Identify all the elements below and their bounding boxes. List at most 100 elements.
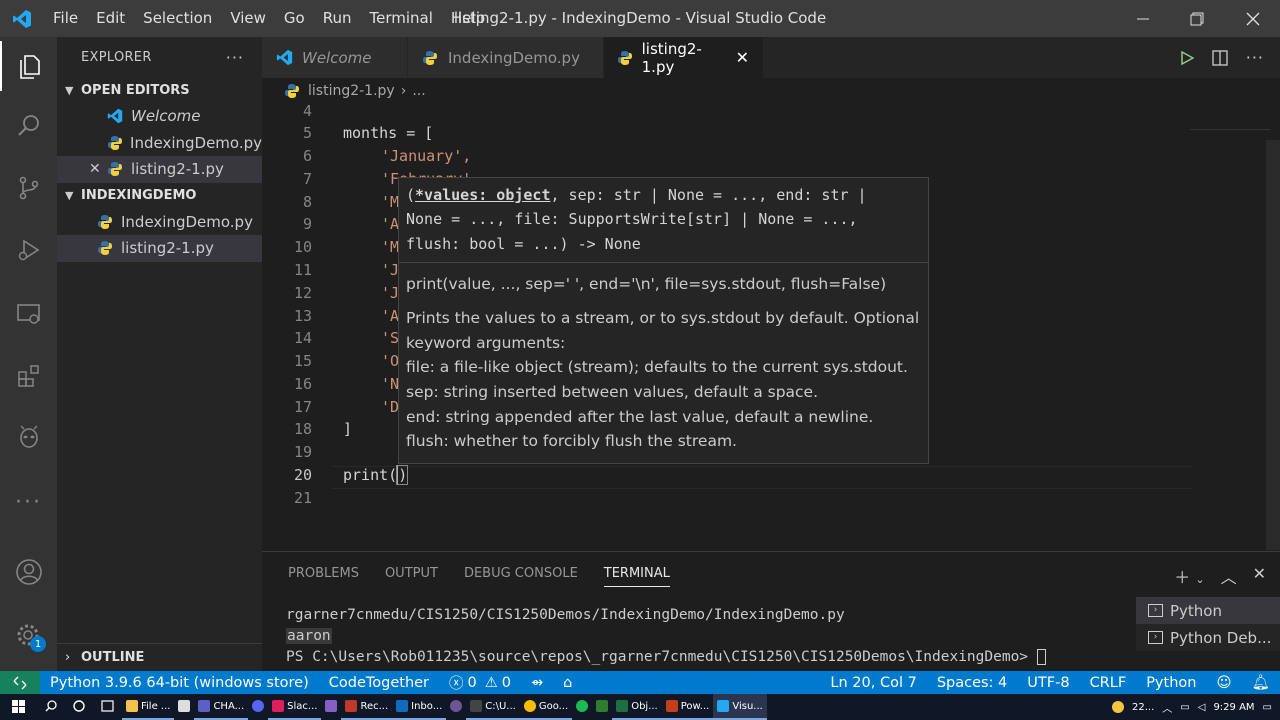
language-mode[interactable]: Python bbox=[1136, 675, 1206, 691]
windows-start-icon[interactable] bbox=[0, 694, 37, 720]
taskbar-app-excel[interactable]: Obj... bbox=[612, 694, 662, 720]
extensions-activity[interactable] bbox=[0, 351, 57, 401]
close-editor-icon[interactable]: ✕ bbox=[89, 161, 105, 177]
taskbar-app-misc-icon[interactable] bbox=[592, 694, 612, 720]
feedback-icon[interactable]: ☺ bbox=[1206, 675, 1241, 691]
taskbar-app-teams[interactable]: CHA... bbox=[194, 694, 249, 720]
codetogether-button[interactable]: CodeTogether bbox=[319, 675, 439, 691]
terminal-python[interactable]: › Python bbox=[1136, 597, 1280, 624]
tab-indexingdemo[interactable]: IndexingDemo.py bbox=[408, 37, 604, 78]
weather-icon[interactable] bbox=[1112, 701, 1125, 713]
restore-button[interactable] bbox=[1170, 0, 1224, 37]
encoding[interactable]: UTF-8 bbox=[1017, 675, 1079, 691]
notifications-bell-icon[interactable]: 🔔︎ bbox=[1242, 674, 1280, 691]
accounts-activity[interactable] bbox=[0, 547, 57, 597]
folder-file-label: IndexingDemo.py bbox=[121, 212, 253, 231]
menu-help[interactable]: Help bbox=[442, 0, 494, 37]
editor-scrollbar[interactable] bbox=[1266, 140, 1280, 550]
source-control-icon bbox=[19, 176, 38, 200]
menu-run[interactable]: Run bbox=[314, 0, 361, 37]
live-share-icon[interactable]: ⇴ bbox=[521, 675, 553, 691]
outline-section[interactable]: › OUTLINE bbox=[57, 643, 262, 671]
taskbar-app-outlook[interactable]: Inbo... bbox=[392, 694, 447, 720]
terminal-python-debug[interactable]: › Python Deb... bbox=[1136, 624, 1280, 651]
explorer-more-icon[interactable]: ··· bbox=[226, 48, 244, 67]
panel-tab-terminal[interactable]: TERMINAL bbox=[603, 566, 670, 587]
hover-divider bbox=[399, 262, 928, 263]
folder-file-listing2-1[interactable]: listing2-1.py bbox=[57, 235, 262, 262]
explorer-activity[interactable] bbox=[0, 41, 57, 91]
run-debug-activity[interactable] bbox=[0, 225, 57, 275]
terminal-prompt[interactable]: PS C:\Users\Rob011235\source\repos\_rgar… bbox=[286, 649, 1046, 665]
panel-tab-problems[interactable]: PROBLEMS bbox=[288, 566, 359, 587]
menu-terminal[interactable]: Terminal bbox=[361, 0, 442, 37]
close-tab-icon[interactable]: ✕ bbox=[736, 48, 749, 67]
remote-indicator[interactable] bbox=[0, 671, 40, 694]
menu-edit[interactable]: Edit bbox=[87, 0, 134, 37]
remote-explorer-activity[interactable] bbox=[0, 289, 57, 339]
menu-go[interactable]: Go bbox=[275, 0, 314, 37]
maximize-panel-icon[interactable]: ︿ bbox=[1221, 564, 1237, 588]
search-activity[interactable] bbox=[0, 101, 57, 151]
close-panel-icon[interactable]: ✕ bbox=[1253, 564, 1266, 588]
open-editors-section[interactable]: ▼ OPEN EDITORS bbox=[57, 77, 262, 103]
menu-view[interactable]: View bbox=[221, 0, 275, 37]
panel-tab-debug-console[interactable]: DEBUG CONSOLE bbox=[464, 566, 578, 587]
run-file-icon[interactable] bbox=[1180, 50, 1194, 65]
minimap[interactable] bbox=[1190, 104, 1270, 130]
source-control-activity[interactable] bbox=[0, 163, 57, 213]
cortana-icon[interactable] bbox=[65, 694, 93, 720]
taskbar-app-file-explorer[interactable]: File ... bbox=[122, 694, 175, 720]
taskbar-github-icon[interactable] bbox=[446, 694, 466, 720]
weather-text[interactable]: 22... bbox=[1132, 702, 1154, 713]
volume-icon[interactable]: ◁ bbox=[1198, 702, 1206, 713]
taskbar-search-icon[interactable] bbox=[37, 694, 65, 720]
open-editor-listing2-1[interactable]: ✕ listing2-1.py bbox=[57, 156, 262, 183]
more-actions-icon[interactable]: ··· bbox=[1246, 48, 1264, 67]
new-terminal-icon[interactable]: ＋ ⌄ bbox=[1174, 564, 1204, 588]
close-window-button[interactable] bbox=[1226, 0, 1280, 37]
end-of-line[interactable]: CRLF bbox=[1080, 675, 1137, 691]
problems-count[interactable]: ⓧ 0 ⚠ 0 bbox=[439, 672, 521, 693]
remote-explorer-icon bbox=[16, 304, 40, 324]
split-editor-icon[interactable] bbox=[1212, 49, 1228, 66]
cursor-position[interactable]: Ln 20, Col 7 bbox=[820, 675, 926, 691]
tab-listing2-1[interactable]: listing2-1.py ✕ bbox=[604, 37, 764, 78]
panel-actions: ＋ ⌄ ︿ ✕ bbox=[1174, 564, 1266, 588]
taskbar-store-icon[interactable] bbox=[174, 694, 194, 720]
taskbar-spotify-icon[interactable] bbox=[572, 694, 592, 720]
minimize-button[interactable] bbox=[1116, 0, 1170, 37]
indexingdemo-folder-section[interactable]: ▼ INDEXINGDEMO bbox=[57, 183, 262, 209]
taskbar-vs-icon[interactable] bbox=[321, 694, 341, 720]
store-icon bbox=[178, 700, 191, 712]
alien-extension-activity[interactable] bbox=[0, 413, 57, 463]
task-view-icon[interactable] bbox=[93, 694, 122, 720]
python-interpreter[interactable]: Python 3.9.6 64-bit (windows store) bbox=[40, 675, 319, 691]
bottom-panel: PROBLEMS OUTPUT DEBUG CONSOLE TERMINAL ＋… bbox=[262, 551, 1280, 671]
taskbar-discord-icon[interactable] bbox=[248, 694, 268, 720]
network-icon[interactable]: ▭ bbox=[1180, 702, 1189, 713]
taskbar-app-powerpoint[interactable]: Pow... bbox=[661, 694, 714, 720]
breadcrumb-file[interactable]: listing2-1.py bbox=[308, 83, 395, 99]
tab-welcome[interactable]: Welcome bbox=[262, 37, 408, 78]
taskbar-app-vscode[interactable]: Visu... bbox=[713, 694, 767, 720]
open-editor-indexingdemo[interactable]: IndexingDemo.py bbox=[57, 130, 262, 157]
taskbar-app-slack[interactable]: Slac... bbox=[268, 694, 322, 720]
manage-activity[interactable]: 1 bbox=[0, 611, 57, 661]
clock[interactable]: 9:29 AM bbox=[1213, 702, 1254, 713]
action-center-icon[interactable]: ▭ bbox=[1263, 702, 1272, 713]
panel-tab-output[interactable]: OUTPUT bbox=[385, 566, 438, 587]
menu-selection[interactable]: Selection bbox=[134, 0, 221, 37]
taskbar-app-chrome[interactable]: Goo... bbox=[519, 694, 573, 720]
breadcrumb-more[interactable]: ... bbox=[412, 83, 425, 99]
tray-chevron-icon[interactable]: ︿ bbox=[1162, 700, 1172, 715]
explorer-header: EXPLORER ··· bbox=[57, 37, 262, 77]
indentation[interactable]: Spaces: 4 bbox=[927, 675, 1017, 691]
folder-file-indexingdemo[interactable]: IndexingDemo.py bbox=[57, 209, 262, 236]
open-editor-welcome[interactable]: Welcome bbox=[57, 103, 262, 130]
taskbar-app-recorder[interactable]: Rec... bbox=[341, 694, 393, 720]
menu-file[interactable]: File bbox=[44, 0, 87, 37]
home-icon[interactable]: ⌂ bbox=[553, 675, 582, 691]
taskbar-app-terminal[interactable]: C:\U... bbox=[466, 694, 520, 720]
more-activity-icon[interactable]: ··· bbox=[0, 477, 57, 527]
